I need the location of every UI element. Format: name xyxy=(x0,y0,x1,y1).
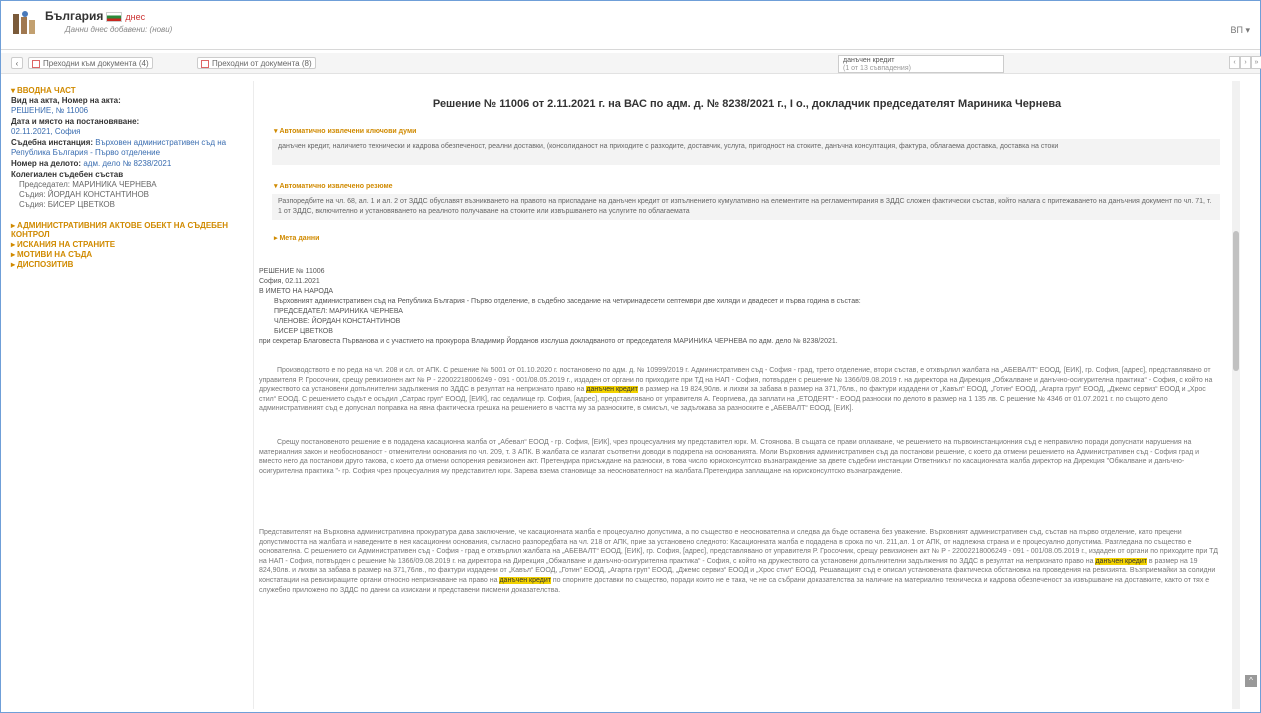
panel-member: Съдия: БИСЕР ЦВЕТКОВ xyxy=(19,200,115,209)
outline-intro[interactable]: ▾ ВВОДНА ЧАСТ xyxy=(11,86,244,95)
outline-item-acts[interactable]: ▸ АДМИНИСТРАТИВНИЯ АКТОВЕ ОБЕКТ НА СЪДЕБЕ… xyxy=(11,221,244,239)
document-title: Решение № 11006 от 2.11.2021 г. на ВАС п… xyxy=(432,98,1062,110)
act-date-link[interactable]: 02.11.2021, София xyxy=(11,127,81,136)
keywords-box: данъчен кредит, наличието технически и к… xyxy=(272,139,1220,165)
checkbox-icon xyxy=(32,59,40,68)
panel-line: БИСЕР ЦВЕТКОВ xyxy=(274,328,333,335)
search-input[interactable]: данъчен кредит (1 от 13 съвпадения) xyxy=(838,55,1004,73)
chevron-right-icon: ▸ xyxy=(11,250,16,259)
secretary-line: при секретар Благовеста Първанова и с уч… xyxy=(259,338,838,345)
next-match-button[interactable]: › xyxy=(1240,56,1251,69)
links-to-doc-button[interactable]: Преходни към документа (4) xyxy=(28,57,153,69)
outline-item-dispositive[interactable]: ▸ ДИСПОЗИТИВ xyxy=(11,260,244,269)
chevron-right-icon: ▸ xyxy=(11,260,16,269)
brand-subtitle: Данни днес добавени: (нови) xyxy=(65,25,173,34)
court: Съдебна инстанция: Върховен администрати… xyxy=(11,138,227,157)
chevron-right-icon: ▸ xyxy=(11,240,16,249)
chevron-down-icon: ▾ xyxy=(11,86,16,95)
search-highlight: данъчен кредит xyxy=(1095,557,1147,565)
panel-member: Председател: МАРИНИКА ЧЕРНЕВА xyxy=(19,180,157,189)
meta-toggle[interactable]: ▸ Мета данни xyxy=(274,234,319,242)
doc-intro: Върховният административен съд на Републ… xyxy=(274,298,861,305)
act-type: Вид на акта, Номер на акта: РЕШЕНИЕ, № 11… xyxy=(11,96,121,115)
prev-match-button[interactable]: ‹ xyxy=(1229,56,1240,69)
paragraph-3: Представителят на Върховна административ… xyxy=(259,529,1218,594)
flag-icon xyxy=(106,11,123,22)
summary-box: Разпоредбите на чл. 68, ал. 1 и ал. 2 от… xyxy=(272,194,1220,220)
panel-member: Съдия: ЙОРДАН КОНСТАНТИНОВ xyxy=(19,190,150,199)
case-number: Номер на делото: адм. дело № 8238/2021 xyxy=(11,159,172,168)
search-highlight: данъчен кредит xyxy=(499,576,551,584)
panel-line: ЧЛЕНОВЕ: ЙОРДАН КОНСТАНТИНОВ xyxy=(274,318,401,325)
brand-title: България днес xyxy=(45,9,146,23)
keywords-toggle[interactable]: ▾ Автоматично извлечени ключови думи xyxy=(274,127,416,135)
act-date: Дата и място на постановяване: 02.11.2021… xyxy=(11,117,140,136)
outline-panel: ▾ ВВОДНА ЧАСТ Вид на акта, Номер на акта:… xyxy=(11,81,244,701)
outline-item-motives[interactable]: ▸ МОТИВИ НА СЪДА xyxy=(11,250,244,259)
document-view: Решение № 11006 от 2.11.2021 г. на ВАС п… xyxy=(253,81,1240,709)
act-type-link[interactable]: РЕШЕНИЕ, № 11006 xyxy=(11,106,88,115)
back-button[interactable]: ‹ xyxy=(11,57,23,69)
outline-item-claims[interactable]: ▸ ИСКАНИЯ НА СТРАНИТЕ xyxy=(11,240,244,249)
scrollbar[interactable] xyxy=(1232,81,1240,709)
doc-header-line: София, 02.11.2021 xyxy=(259,278,320,285)
paragraph-1: Производството е по реда на чл. 208 и сл… xyxy=(259,367,1213,413)
scroll-top-button[interactable]: ^ xyxy=(1245,675,1257,687)
case-link[interactable]: адм. дело № 8238/2021 xyxy=(83,159,171,168)
paragraph-2: Срещу постановеното решение е в подадена… xyxy=(259,439,1200,475)
last-match-button[interactable]: » xyxy=(1251,56,1261,69)
panel: Колегиален съдебен състав Председател: М… xyxy=(11,170,244,210)
doc-header-line: РЕШЕНИЕ № 11006 xyxy=(259,268,325,275)
doc-header-line: В ИМЕТО НА НАРОДА xyxy=(259,288,334,295)
search-highlight: данъчен кредит xyxy=(586,386,638,394)
panel-line: ПРЕДСЕДАТЕЛ: МАРИНИКА ЧЕРНЕВА xyxy=(274,308,403,315)
app-header: България днес Данни днес добавени: (нови)… xyxy=(1,1,1260,50)
logo-icon[interactable] xyxy=(11,11,39,37)
search-count: (1 от 13 съвпадения) xyxy=(843,65,911,72)
summary-toggle[interactable]: ▾ Автоматично извлечено резюме xyxy=(274,182,393,190)
links-from-doc-button[interactable]: Преходни от документа (8) xyxy=(197,57,316,69)
scrollbar-thumb[interactable] xyxy=(1233,231,1239,371)
chevron-right-icon: ▸ xyxy=(11,221,16,230)
toolbar: ‹ Преходни към документа (4) Преходни от… xyxy=(1,53,1260,74)
user-menu[interactable]: ВП ▾ xyxy=(1231,25,1251,36)
checkbox-icon xyxy=(201,59,209,68)
